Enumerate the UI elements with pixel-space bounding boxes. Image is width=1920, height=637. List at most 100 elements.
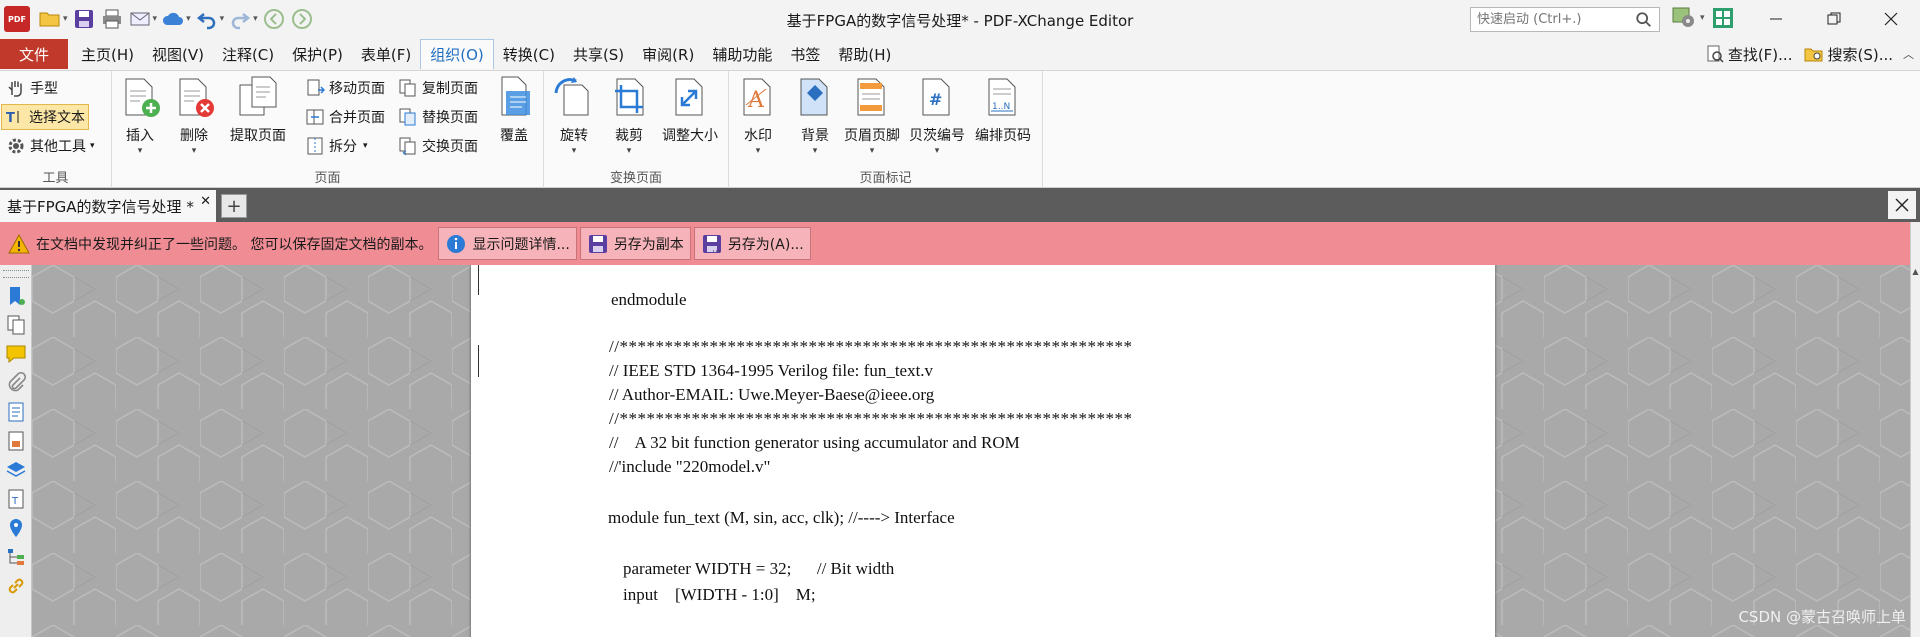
split-pages-button[interactable]: 拆分 ▾ (302, 133, 371, 159)
save-button[interactable] (72, 4, 96, 34)
ribbon-collapse-icon[interactable]: ︿ (1903, 46, 1914, 62)
menu-item[interactable]: 视图(V) (143, 39, 213, 69)
new-tab-button[interactable]: + (221, 194, 247, 218)
show-details-button[interactable]: 显示问题详情... (438, 227, 577, 260)
close-window-button[interactable] (1862, 0, 1920, 38)
redo-button[interactable]: ▾ (228, 4, 258, 34)
page-number-icon: 1..N (988, 78, 1016, 116)
vertical-scrollbar[interactable]: ▲ (1910, 222, 1920, 637)
scroll-up-icon[interactable]: ▲ (1911, 267, 1920, 276)
sidebar-item-structure[interactable] (3, 544, 29, 570)
sidebar-item-attachments[interactable] (3, 370, 29, 396)
delete-pages-button[interactable]: 删除 ▾ (172, 75, 216, 156)
move-pages-button[interactable]: 移动页面 (302, 75, 388, 101)
sidebar-item-links[interactable] (3, 573, 29, 599)
sidebar-item-thumbnails[interactable] (3, 312, 29, 338)
menu-item[interactable]: 转换(C) (494, 39, 564, 69)
settings-icon[interactable] (1672, 6, 1698, 30)
other-tools-button[interactable]: 其他工具 ▾ (3, 133, 98, 159)
background-icon (800, 78, 828, 116)
menu-item[interactable]: 帮助(H) (829, 39, 900, 69)
menu-item[interactable]: 注释(C) (213, 39, 283, 69)
sidebar-item-comments[interactable] (3, 341, 29, 367)
sidebar-item-bookmarks[interactable] (3, 283, 29, 309)
pdf-page[interactable]: endmodule //****************************… (471, 265, 1495, 637)
menu-file[interactable]: 文件 (0, 39, 68, 69)
menu-item[interactable]: 书签 (781, 39, 829, 69)
text-cursor-mark (478, 345, 479, 377)
bates-label: 贝茨编号 (909, 128, 965, 144)
menu-item[interactable]: 辅助功能 (703, 39, 781, 69)
close-tab-icon[interactable]: ✕ (200, 194, 211, 209)
code-line: module fun_text (M, sin, acc, clk); //--… (608, 508, 955, 527)
save-copy-button[interactable]: 另存为副本 (579, 227, 691, 260)
search-button[interactable]: 搜索(S)... (1804, 44, 1893, 65)
menu-item[interactable]: 表单(F) (352, 39, 420, 69)
sidebar-item-text[interactable]: T (3, 486, 29, 512)
back-button[interactable] (262, 4, 286, 34)
open-button[interactable]: ▾ (38, 4, 68, 34)
background-button[interactable]: 背景 ▾ (793, 75, 837, 156)
email-button[interactable]: ▾ (128, 4, 158, 34)
header-footer-button[interactable]: 页眉页脚 ▾ (844, 75, 900, 156)
menu-item[interactable]: 主页(H) (72, 39, 143, 69)
crop-button[interactable]: 裁剪 ▾ (607, 75, 651, 156)
undo-button[interactable]: ▾ (195, 4, 225, 34)
chevron-down-icon[interactable]: ▾ (63, 14, 68, 24)
chevron-down-icon[interactable]: ▾ (253, 14, 258, 24)
rotate-button[interactable]: 旋转 ▾ (552, 75, 596, 156)
menu-item[interactable]: 组织(O) (420, 39, 494, 69)
maximize-button[interactable] (1805, 0, 1863, 38)
code-line: // Author-EMAIL: Uwe.Meyer-Baese@ieee.or… (609, 385, 935, 404)
menu-item[interactable]: 审阅(R) (633, 39, 703, 69)
print-button[interactable] (100, 4, 124, 34)
document-tab[interactable]: 基于FPGA的数字信号处理 * ✕ (0, 190, 216, 222)
watermark-button[interactable]: A 水印 ▾ (736, 75, 780, 156)
close-document-button[interactable] (1888, 191, 1916, 219)
cloud-icon (163, 12, 184, 25)
copy-pages-button[interactable]: 复制页面 (395, 75, 481, 101)
overlay-pages-button[interactable]: 覆盖 (492, 75, 536, 145)
sidebar-item-layers[interactable] (3, 457, 29, 483)
bates-number-button[interactable]: # 贝茨编号 ▾ (909, 75, 965, 156)
quick-launch-search[interactable] (1470, 7, 1660, 32)
undo-icon (196, 13, 215, 30)
app-logo[interactable]: PDF (4, 6, 30, 32)
header-footer-icon (857, 78, 885, 116)
code-line: //**************************************… (609, 409, 1133, 428)
swap-pages-button[interactable]: 交换页面 (395, 133, 481, 159)
quick-launch-input[interactable] (1471, 12, 1631, 27)
swap-label: 交换页面 (422, 139, 478, 155)
extract-pages-button[interactable]: 提取页面 (230, 75, 286, 145)
sidebar-item-properties[interactable] (3, 428, 29, 454)
resize-button[interactable]: 调整大小 (662, 75, 718, 145)
sidebar-grip[interactable] (3, 270, 29, 278)
chevron-down-icon[interactable]: ▾ (220, 14, 225, 24)
number-pages-button[interactable]: 1..N 编排页码 (975, 75, 1031, 145)
merge-pages-button[interactable]: 合并页面 (302, 104, 388, 130)
menu-item[interactable]: 保护(P) (283, 39, 352, 69)
chevron-down-icon: ▾ (869, 146, 875, 156)
cloud-button[interactable]: ▾ (161, 4, 191, 34)
chevron-down-icon[interactable]: ▾ (186, 14, 191, 24)
group-page-marks-label: 页面标记 (859, 171, 912, 186)
save-as-label: 另存为(A)... (727, 236, 804, 253)
sidebar-item-destinations[interactable] (3, 515, 29, 541)
find-button[interactable]: 查找(F)... (1705, 44, 1792, 65)
document-viewport[interactable]: endmodule //****************************… (32, 265, 1910, 637)
chevron-down-icon[interactable]: ▾ (1700, 13, 1705, 23)
sidebar-item-content[interactable] (3, 399, 29, 425)
search-icon[interactable] (1635, 11, 1653, 29)
split-label: 拆分 (329, 139, 357, 155)
menu-item[interactable]: 共享(S) (564, 39, 633, 69)
chevron-down-icon[interactable]: ▾ (153, 14, 158, 24)
select-text-button[interactable]: T 选择文本 (1, 104, 89, 130)
forward-button[interactable] (290, 4, 314, 34)
minimize-button[interactable] (1747, 0, 1805, 38)
layout-icon[interactable] (1711, 6, 1735, 30)
save-as-button[interactable]: 另存为(A)... (693, 227, 811, 260)
background-label: 背景 (801, 128, 829, 144)
insert-pages-button[interactable]: 插入 ▾ (118, 75, 162, 156)
replace-pages-button[interactable]: 替换页面 (395, 104, 481, 130)
hand-tool-button[interactable]: 手型 (3, 75, 61, 101)
